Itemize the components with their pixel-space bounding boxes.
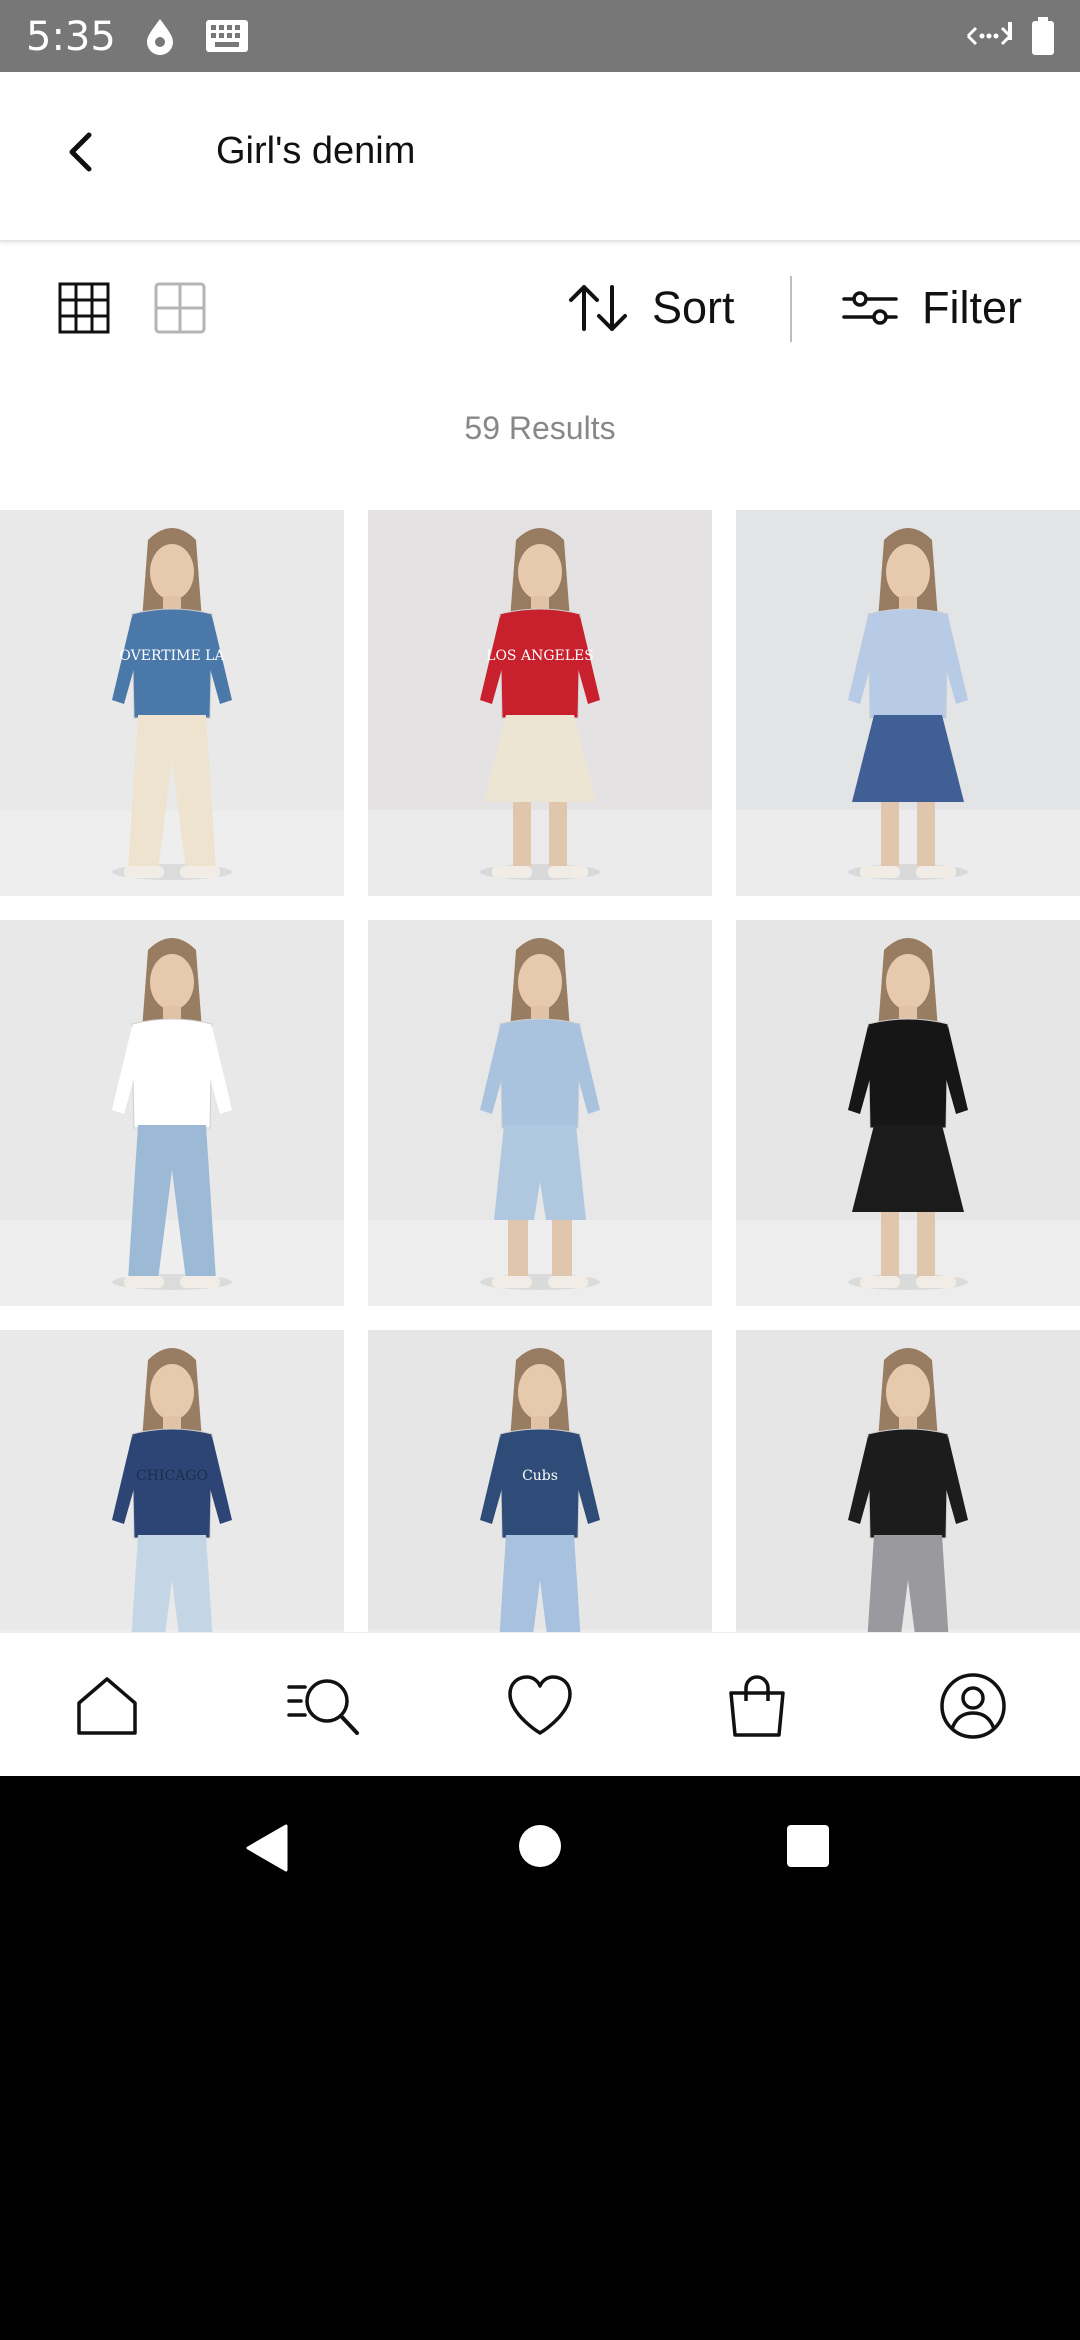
product-tile[interactable]: Cubs xyxy=(368,1330,712,1632)
product-print-text: Cubs xyxy=(522,1468,558,1484)
triangle-back-icon xyxy=(246,1824,288,1872)
product-tile[interactable] xyxy=(736,1330,1080,1632)
system-home-button[interactable] xyxy=(518,1824,562,1873)
account-icon xyxy=(940,1673,1006,1739)
status-bar: 5:35 xyxy=(0,0,1080,72)
product-image xyxy=(736,1330,1080,1632)
product-image xyxy=(736,920,1080,1306)
nav-wishlist[interactable] xyxy=(505,1671,575,1741)
nav-account[interactable] xyxy=(938,1671,1008,1741)
toolbar-divider xyxy=(790,276,792,342)
product-image xyxy=(368,920,712,1306)
nav-search[interactable] xyxy=(287,1671,359,1741)
product-tile[interactable] xyxy=(368,920,712,1306)
product-image xyxy=(736,510,1080,896)
nav-bag[interactable] xyxy=(722,1671,792,1741)
chevron-left-icon xyxy=(69,132,92,172)
home-icon xyxy=(77,1677,137,1735)
keyboard-icon xyxy=(204,16,250,61)
sliders-icon xyxy=(842,291,898,325)
product-tile[interactable] xyxy=(0,920,344,1306)
battery-icon xyxy=(1030,16,1056,61)
product-tile[interactable]: OVERTIME LA xyxy=(0,510,344,896)
top-app-bar: Girl's denim xyxy=(0,72,1080,242)
bottom-navigation xyxy=(0,1632,1080,1776)
sort-arrows-icon xyxy=(569,285,627,331)
product-tile[interactable] xyxy=(736,920,1080,1306)
product-tile[interactable]: CHICAGO xyxy=(0,1330,344,1632)
product-image: CHICAGO xyxy=(0,1330,344,1632)
data-transfer-icon xyxy=(962,16,1016,61)
grid-2x2-icon xyxy=(154,282,206,334)
back-button[interactable] xyxy=(56,127,106,177)
product-tile[interactable] xyxy=(736,510,1080,896)
product-print-text: CHICAGO xyxy=(136,1468,208,1484)
product-image: OVERTIME LA xyxy=(0,510,344,896)
water-drop-icon xyxy=(142,16,178,61)
sort-button[interactable]: Sort xyxy=(566,276,735,340)
product-grid: OVERTIME LA LOS ANGELES CHICAGO Cubs xyxy=(0,510,1080,1632)
filter-button[interactable]: Filter xyxy=(842,276,1022,340)
square-recents-icon xyxy=(787,1825,829,1867)
product-image xyxy=(0,920,344,1306)
grid-3x3-icon xyxy=(58,282,110,334)
circle-home-icon xyxy=(519,1825,561,1867)
status-time: 5:35 xyxy=(26,14,116,60)
product-tile[interactable]: LOS ANGELES xyxy=(368,510,712,896)
app-screen: 5:35 Girl's denim Sort Filter 59 Results… xyxy=(0,0,1080,1776)
toolbar: Sort Filter xyxy=(0,240,1080,370)
product-image: LOS ANGELES xyxy=(368,510,712,896)
results-count: 59 Results xyxy=(464,410,616,446)
system-navigation-bar xyxy=(0,1776,1080,1916)
filter-label: Filter xyxy=(922,282,1022,333)
product-print-text: OVERTIME LA xyxy=(119,648,225,664)
search-icon xyxy=(287,1679,359,1735)
page-title: Girl's denim xyxy=(216,130,416,172)
system-recents-button[interactable] xyxy=(786,1824,830,1873)
bag-icon xyxy=(729,1675,785,1737)
product-print-text: LOS ANGELES xyxy=(486,648,594,664)
grid-2-column-toggle[interactable] xyxy=(154,282,206,334)
heart-icon xyxy=(508,1675,572,1735)
grid-3-column-toggle[interactable] xyxy=(58,282,110,334)
nav-home[interactable] xyxy=(72,1671,142,1741)
product-image: Cubs xyxy=(368,1330,712,1632)
sort-label: Sort xyxy=(652,282,735,333)
system-back-button[interactable] xyxy=(244,1824,290,1877)
